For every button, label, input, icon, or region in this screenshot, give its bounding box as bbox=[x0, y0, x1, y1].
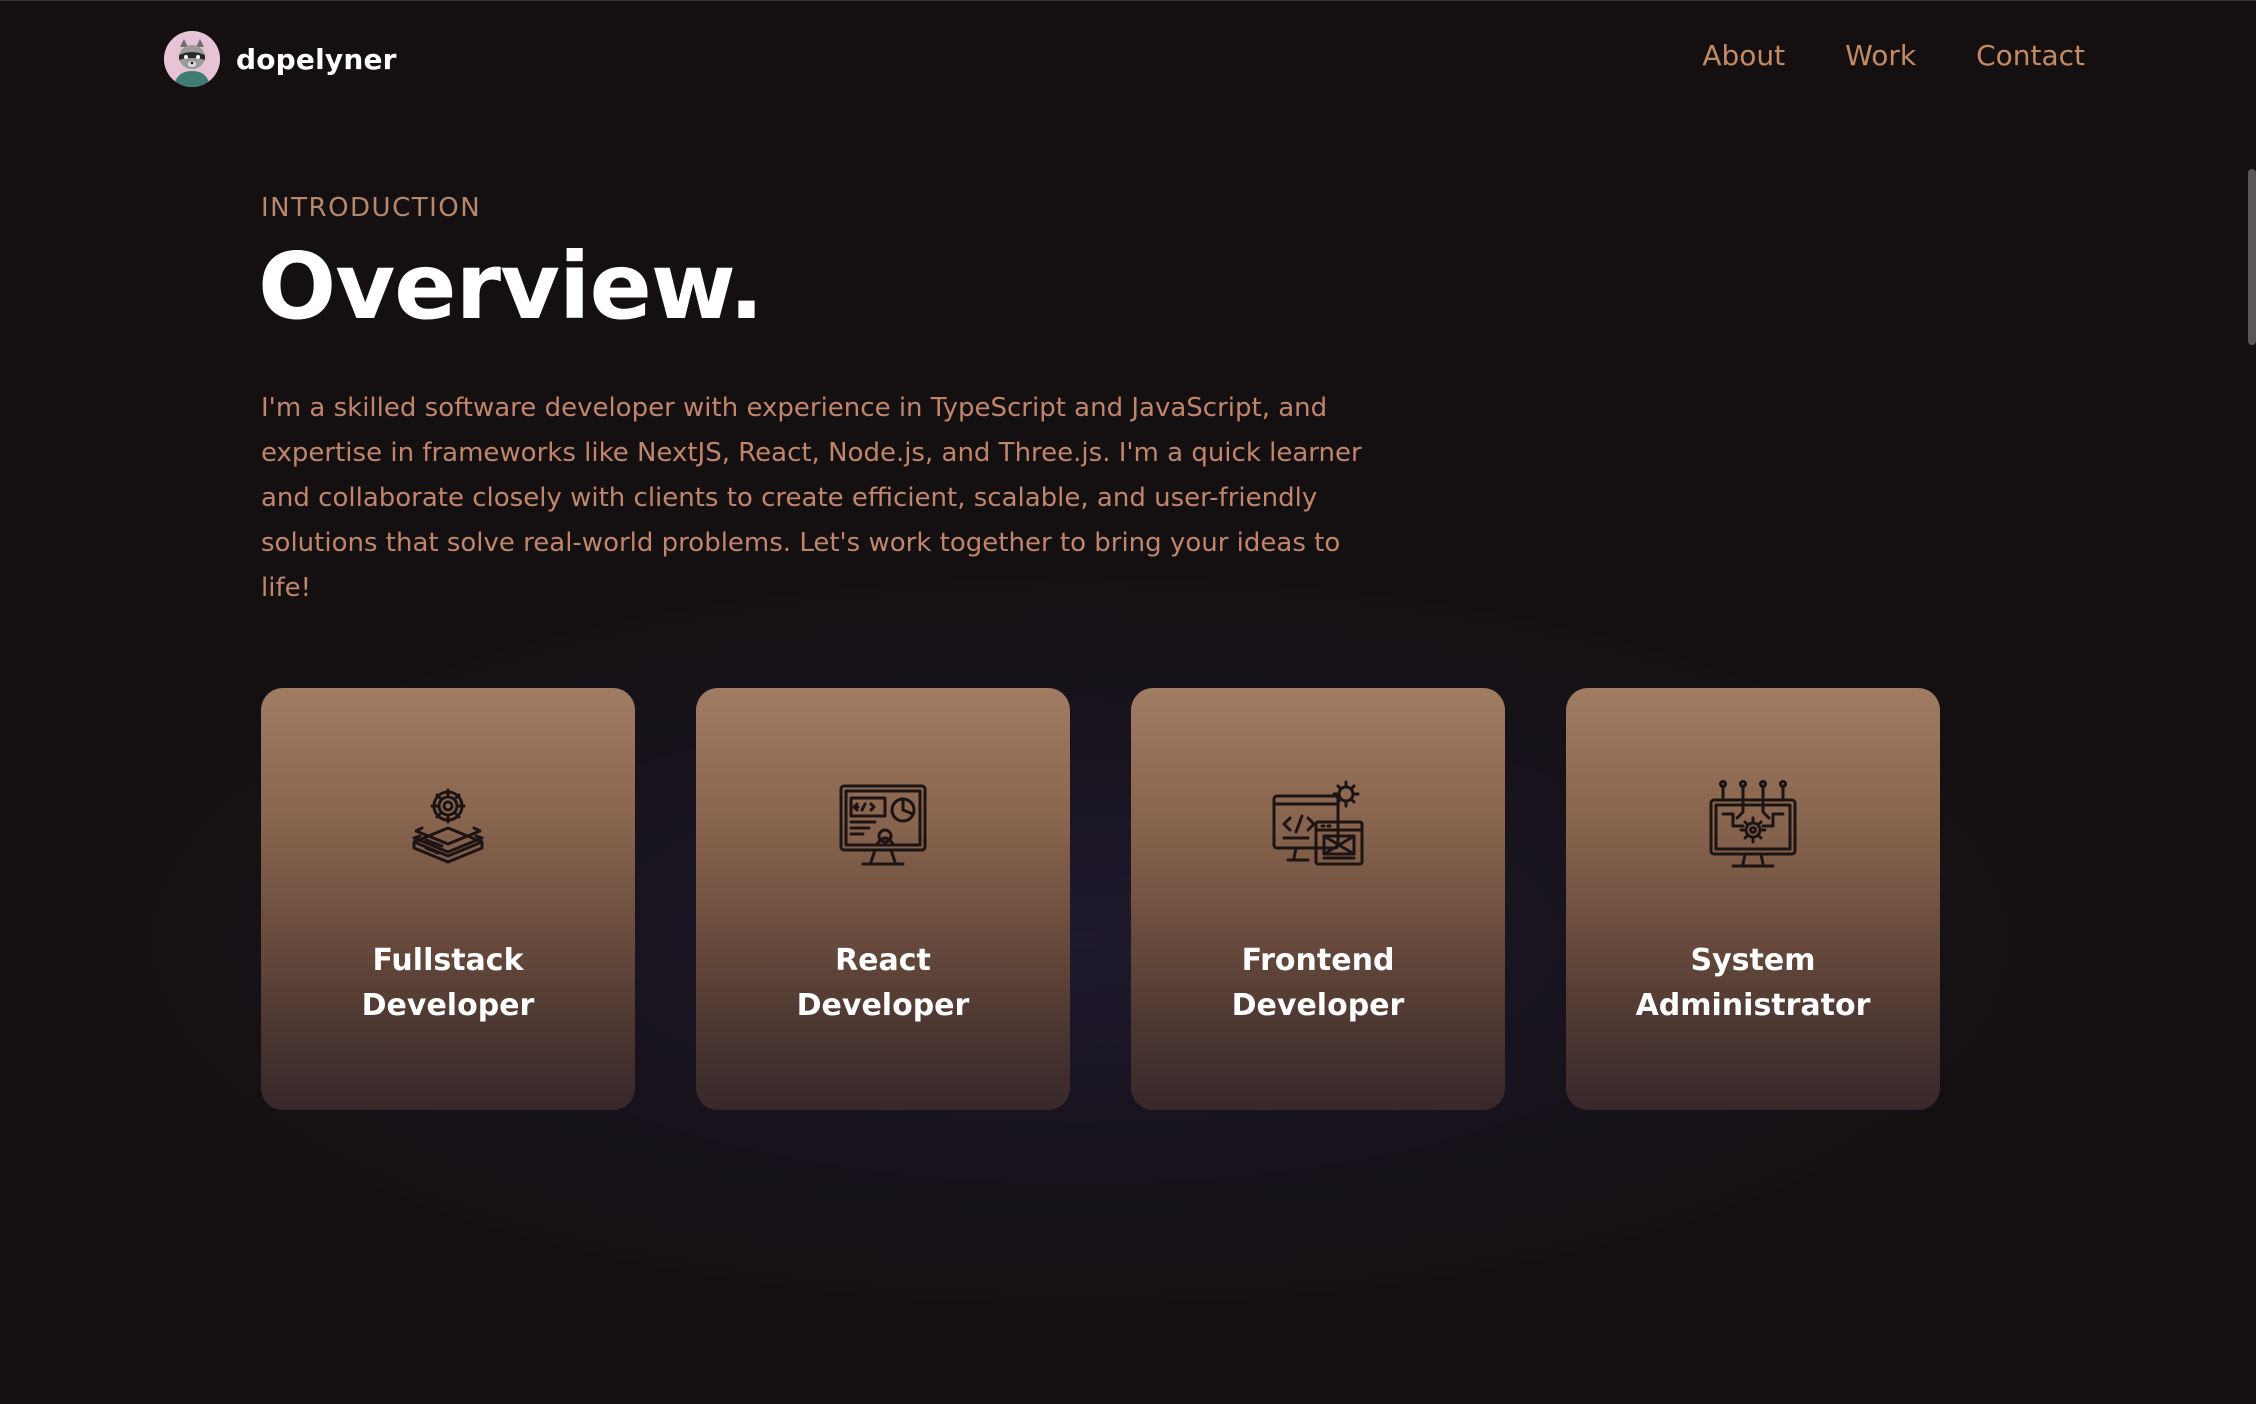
nav-link-about[interactable]: About bbox=[1702, 39, 1785, 72]
navbar: dopelyner About Work Contact bbox=[0, 1, 2256, 117]
monitor-circuit-gear-icon bbox=[1709, 780, 1797, 868]
monitor-dashboard-icon bbox=[839, 784, 927, 866]
service-card-react: React Developer bbox=[696, 688, 1070, 1110]
nav-link-work[interactable]: Work bbox=[1845, 39, 1916, 72]
section-title: Overview. bbox=[258, 233, 764, 340]
nav-links: About Work Contact bbox=[1702, 39, 2085, 72]
service-card-title: Frontend Developer bbox=[1231, 943, 1405, 1023]
scrollbar-thumb[interactable] bbox=[2248, 169, 2256, 345]
layered-stack-gear-icon bbox=[412, 788, 484, 864]
service-card-fullstack: Fullstack Developer bbox=[261, 688, 635, 1110]
section-eyebrow: INTRODUCTION bbox=[261, 193, 482, 223]
brand-name: dopelyner bbox=[236, 42, 397, 76]
intro-paragraph: I'm a skilled software developer with ex… bbox=[261, 393, 1362, 603]
raccoon-avatar-icon bbox=[164, 31, 220, 87]
service-card-title: System Administrator bbox=[1635, 943, 1871, 1023]
nav-link-contact[interactable]: Contact bbox=[1976, 39, 2085, 72]
service-card-frontend: Frontend Developer bbox=[1131, 688, 1505, 1110]
service-cards: Fullstack Developer React Developer Fron… bbox=[261, 688, 1940, 1110]
service-card-title: Fullstack Developer bbox=[361, 943, 535, 1023]
brand-link[interactable]: dopelyner bbox=[164, 31, 397, 87]
code-window-gear-icon bbox=[1272, 780, 1364, 866]
service-card-sysadmin: System Administrator bbox=[1566, 688, 1940, 1110]
page: dopelyner About Work Contact INTRODUCTIO… bbox=[0, 0, 2256, 1404]
service-card-title: React Developer bbox=[796, 943, 970, 1023]
